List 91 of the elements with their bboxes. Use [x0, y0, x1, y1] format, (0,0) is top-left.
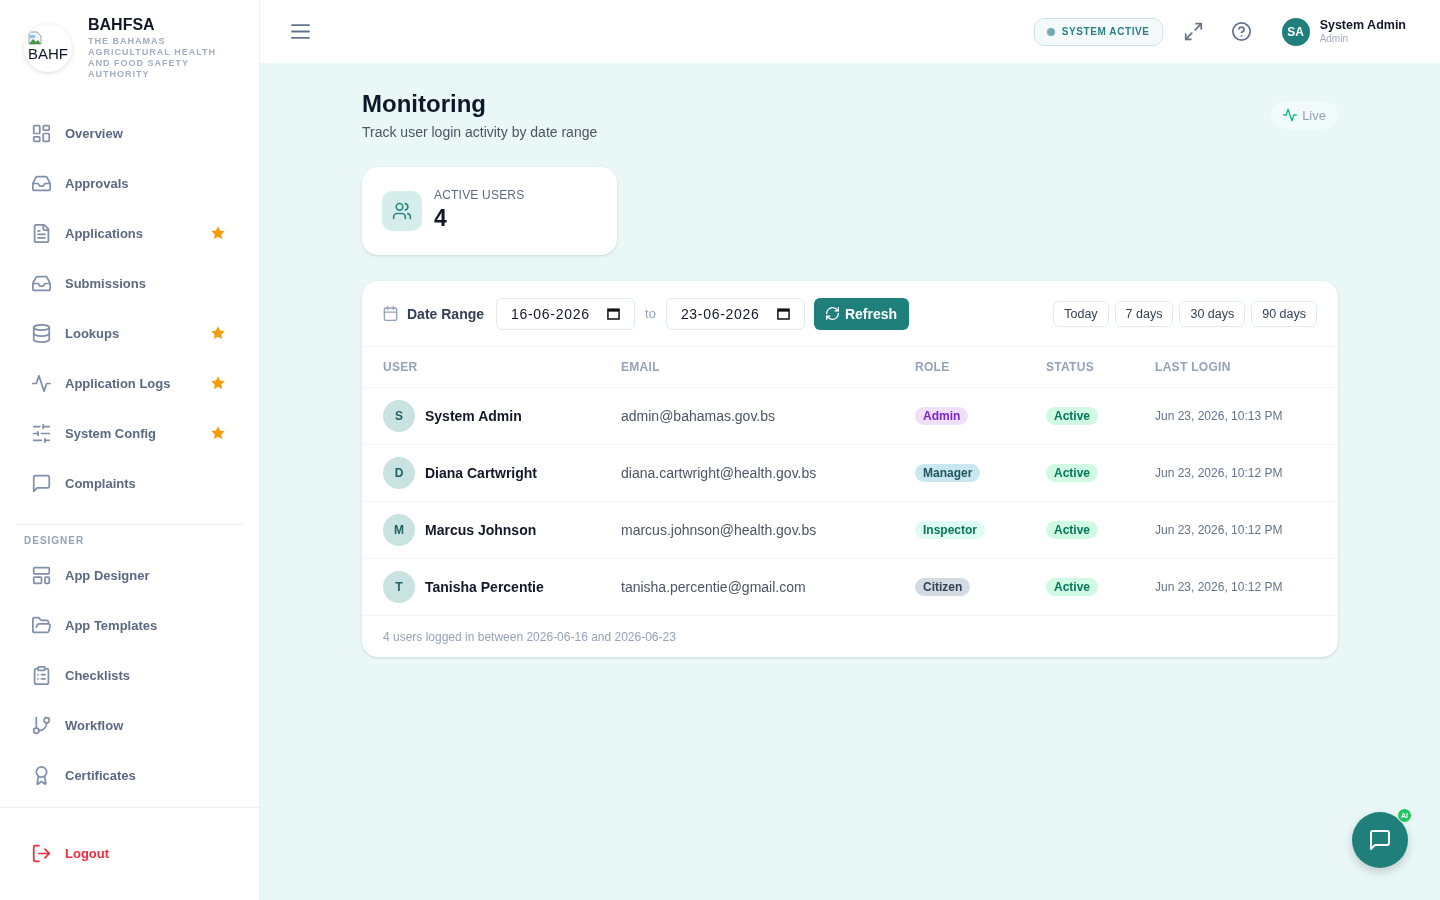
nav-item[interactable]: App Templates [0, 600, 259, 650]
system-status-label: SYSTEM ACTIVE [1061, 26, 1150, 37]
nav-item[interactable]: Checklists [0, 650, 259, 700]
user-initial-avatar: S [383, 400, 415, 432]
refresh-button[interactable]: Refresh [813, 297, 909, 330]
date-field[interactable]: 16-06-2026 [496, 297, 636, 330]
calendar-icon [383, 306, 398, 321]
stat-label: ACTIVE USERS [434, 187, 525, 203]
stat-value: 4 [434, 204, 447, 231]
calendar-icon [607, 307, 621, 320]
logo-alt-text: BAHF [28, 46, 68, 62]
date-field[interactable]: 23-06-2026 [665, 297, 805, 330]
inbox-icon [32, 173, 51, 193]
logout-button[interactable]: Logout [0, 828, 259, 878]
user-name: Tanisha Percentie [425, 579, 544, 595]
status-badge: Active [1046, 521, 1099, 539]
role-badge: Admin [915, 407, 969, 425]
brand-subtitle: THE BAHAMAS AGRICULTURAL HEALTH AND FOOD SAFETY AUTHORITY [88, 36, 217, 80]
quick-range-button[interactable]: 7 days [1114, 300, 1174, 327]
nav-item[interactable]: Certificates [0, 750, 259, 800]
nav-item[interactable]: Lookups [0, 308, 259, 358]
document-icon [32, 223, 51, 243]
menu-icon [291, 23, 309, 40]
column-header: USER [383, 360, 418, 374]
user-avatar[interactable]: SA [1281, 17, 1310, 46]
user-name: Diana Cartwright [425, 465, 537, 481]
pulse-line-icon [1283, 108, 1298, 122]
speech-bubble-icon [32, 473, 51, 493]
user-initial-avatar: M [383, 514, 415, 546]
range-separator: to [645, 306, 656, 321]
user-initial-avatar: D [383, 457, 415, 489]
role-badge: Manager [915, 464, 981, 482]
nav-item[interactable]: Workflow [0, 700, 259, 750]
nav-item[interactable]: App Designer [0, 550, 259, 600]
status-badge: Active [1046, 464, 1099, 482]
quick-range-button[interactable]: 30 days [1179, 300, 1246, 327]
column-header: ROLE [915, 360, 950, 374]
last-login-time: Jun 23, 2026, 10:12 PM [1155, 466, 1283, 480]
user-initial-avatar: T [383, 571, 415, 603]
inbox-icon [32, 273, 51, 293]
calendar-icon [776, 307, 790, 320]
nav-item[interactable]: Approvals [0, 158, 259, 208]
user-email: marcus.johnson@health.gov.bs [621, 522, 817, 538]
last-login-time: Jun 23, 2026, 10:13 PM [1155, 409, 1283, 423]
folder-icon [32, 615, 51, 635]
user-email: tanisha.percentie@gmail.com [621, 579, 806, 595]
database-icon [32, 323, 51, 343]
clipboard-list-icon [32, 665, 51, 685]
last-login-time: Jun 23, 2026, 10:12 PM [1155, 580, 1283, 594]
user-name: System Admin [1319, 18, 1406, 33]
date-range-label: Date Range [407, 305, 485, 322]
layout-icon [32, 565, 51, 585]
role-badge: Inspector [915, 521, 985, 539]
status-badge: Active [1046, 407, 1099, 425]
page-title: Monitoring [362, 89, 486, 119]
help-icon [1232, 22, 1252, 41]
users-icon [382, 191, 422, 231]
status-dot-icon [1046, 27, 1055, 36]
nav-item[interactable]: Applications [0, 208, 259, 258]
quick-range-button[interactable]: Today [1053, 300, 1109, 327]
nav-item[interactable]: Application Logs [0, 358, 259, 408]
nav-item[interactable]: Submissions [0, 258, 259, 308]
last-login-time: Jun 23, 2026, 10:12 PM [1155, 523, 1283, 537]
column-header: LAST LOGIN [1155, 360, 1231, 374]
dashboard-icon [32, 123, 51, 143]
nav-item[interactable]: Complaints [0, 458, 259, 508]
user-email: admin@bahamas.gov.bs [621, 408, 776, 424]
role-badge: Citizen [915, 578, 971, 596]
expand-arrows-icon [1184, 22, 1204, 41]
broken-image-icon [28, 31, 42, 45]
column-header: STATUS [1046, 360, 1095, 374]
user-role: Admin [1319, 33, 1348, 45]
logout-icon [32, 843, 51, 863]
user-name: Marcus Johnson [425, 522, 537, 538]
table-summary: 4 users logged in between 2026-06-16 and 2026-06-23 [383, 629, 676, 644]
branch-icon [32, 715, 51, 735]
user-email: diana.cartwright@health.gov.bs [621, 465, 817, 481]
section-heading: DESIGNER [24, 535, 85, 546]
quick-range-button[interactable]: 90 days [1251, 300, 1317, 327]
column-header: EMAIL [621, 360, 660, 374]
live-label: Live [1302, 107, 1326, 123]
user-name: System Admin [425, 408, 522, 424]
page-subtitle: Track user login activity by date range [362, 123, 598, 141]
chat-bubble-icon [1369, 829, 1391, 851]
nav-item[interactable]: Overview [0, 108, 259, 158]
brand-name: BAHFSA [88, 16, 155, 34]
refresh-icon [825, 307, 839, 320]
nav-item[interactable]: System Config [0, 408, 259, 458]
pulse-line-icon [32, 373, 51, 393]
status-badge: Active [1046, 578, 1099, 596]
sliders-icon [32, 423, 51, 443]
